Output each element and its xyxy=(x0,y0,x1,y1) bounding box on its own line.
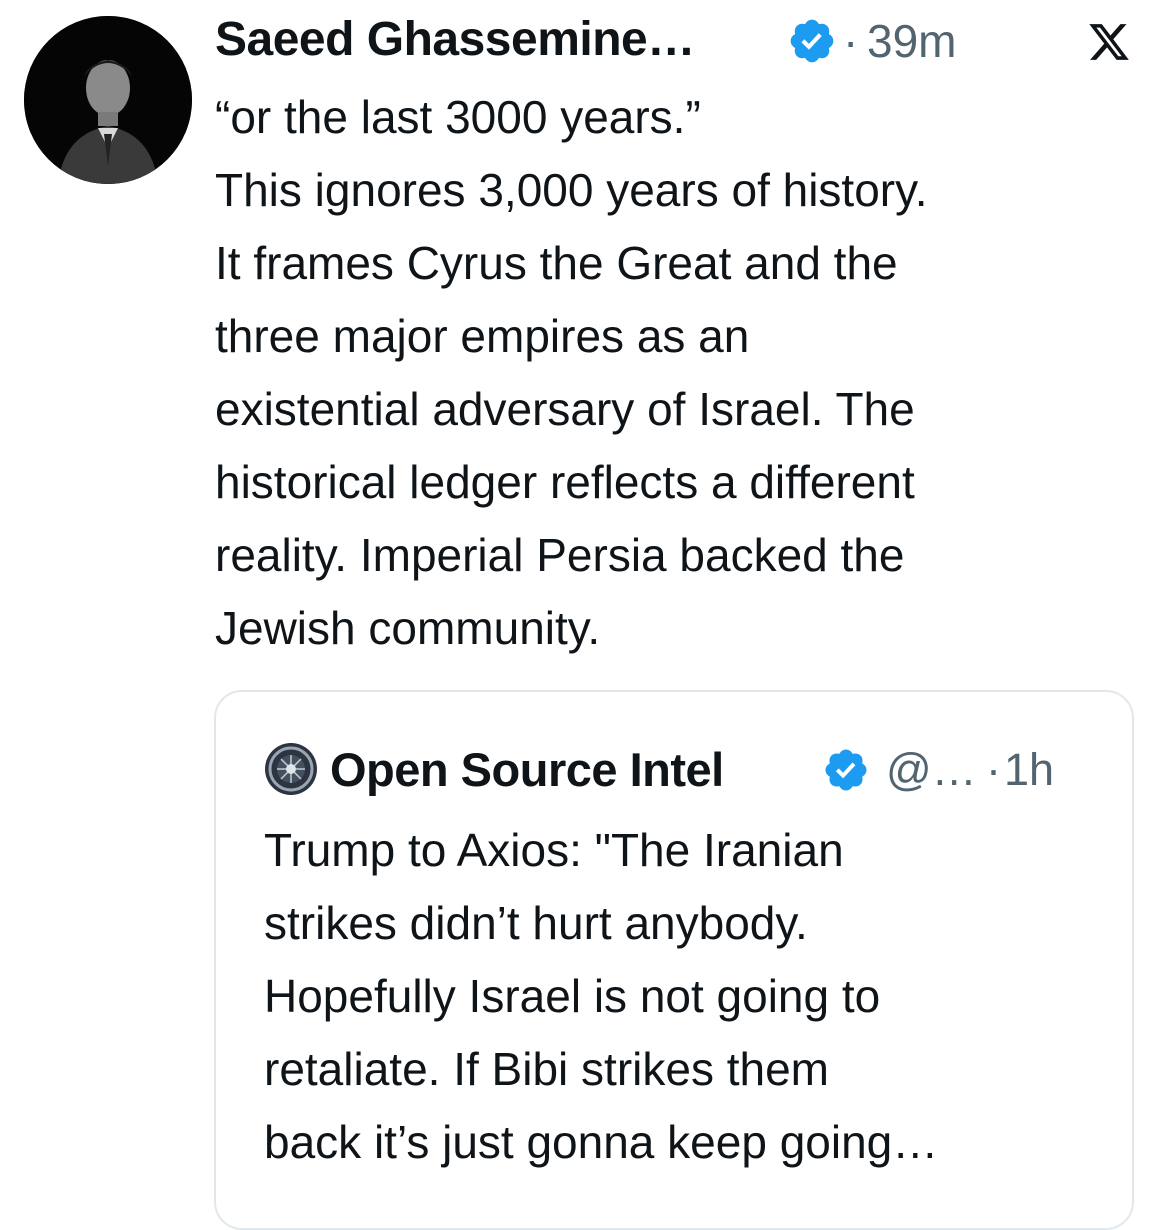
quoted-author-name[interactable]: Open Source Intel xyxy=(330,742,724,797)
author-name[interactable]: Saeed Ghassemine… xyxy=(215,12,695,67)
tweet-text-line: It frames Cyrus the Great and the xyxy=(215,237,898,289)
quoted-author-handle[interactable]: @… xyxy=(886,744,977,796)
quoted-text-line: back it’s just gonna keep going… xyxy=(264,1116,939,1168)
tweet-text-line: three major empires as an xyxy=(215,310,750,362)
separator-dot: · xyxy=(843,15,859,67)
quoted-text-line: retaliate. If Bibi strikes them xyxy=(264,1043,829,1095)
tweet-text-line: Jewish community. xyxy=(215,602,601,654)
author-avatar[interactable] xyxy=(24,16,192,184)
quoted-tweet-card[interactable]: Open Source Intel @… · 1h Trump to Axios… xyxy=(214,690,1134,1230)
tweet-timestamp[interactable]: 39m xyxy=(867,14,956,68)
tweet-text-line: “or the last 3000 years.” xyxy=(215,91,701,143)
separator-dot: · xyxy=(986,744,1001,795)
tweet-header: Saeed Ghassemine… · 39m xyxy=(215,0,1145,80)
quoted-author-avatar[interactable] xyxy=(264,742,318,796)
quoted-text-line: Trump to Axios: "The Iranian xyxy=(264,824,844,876)
x-logo-icon[interactable] xyxy=(1086,20,1132,64)
quoted-text-line: strikes didn’t hurt anybody. xyxy=(264,897,808,949)
tweet-body: “or the last 3000 years.” This ignores 3… xyxy=(215,81,1135,665)
quoted-text-line: Hopefully Israel is not going to xyxy=(264,970,881,1022)
quoted-tweet-body: Trump to Axios: "The Iranian strikes did… xyxy=(264,814,1124,1179)
tweet[interactable]: Saeed Ghassemine… · 39m “or the last 300… xyxy=(215,0,1145,665)
quoted-tweet-timestamp[interactable]: 1h xyxy=(1004,744,1054,796)
tweet-text-line: existential adversary of Israel. The xyxy=(215,383,915,435)
tweet-text-line: This ignores 3,000 years of history. xyxy=(215,164,928,216)
tweet-text-line: reality. Imperial Persia backed the xyxy=(215,529,905,581)
tweet-text-line: historical ledger reflects a different xyxy=(215,456,915,508)
verified-badge-icon xyxy=(787,16,837,66)
verified-badge-icon xyxy=(822,746,870,794)
